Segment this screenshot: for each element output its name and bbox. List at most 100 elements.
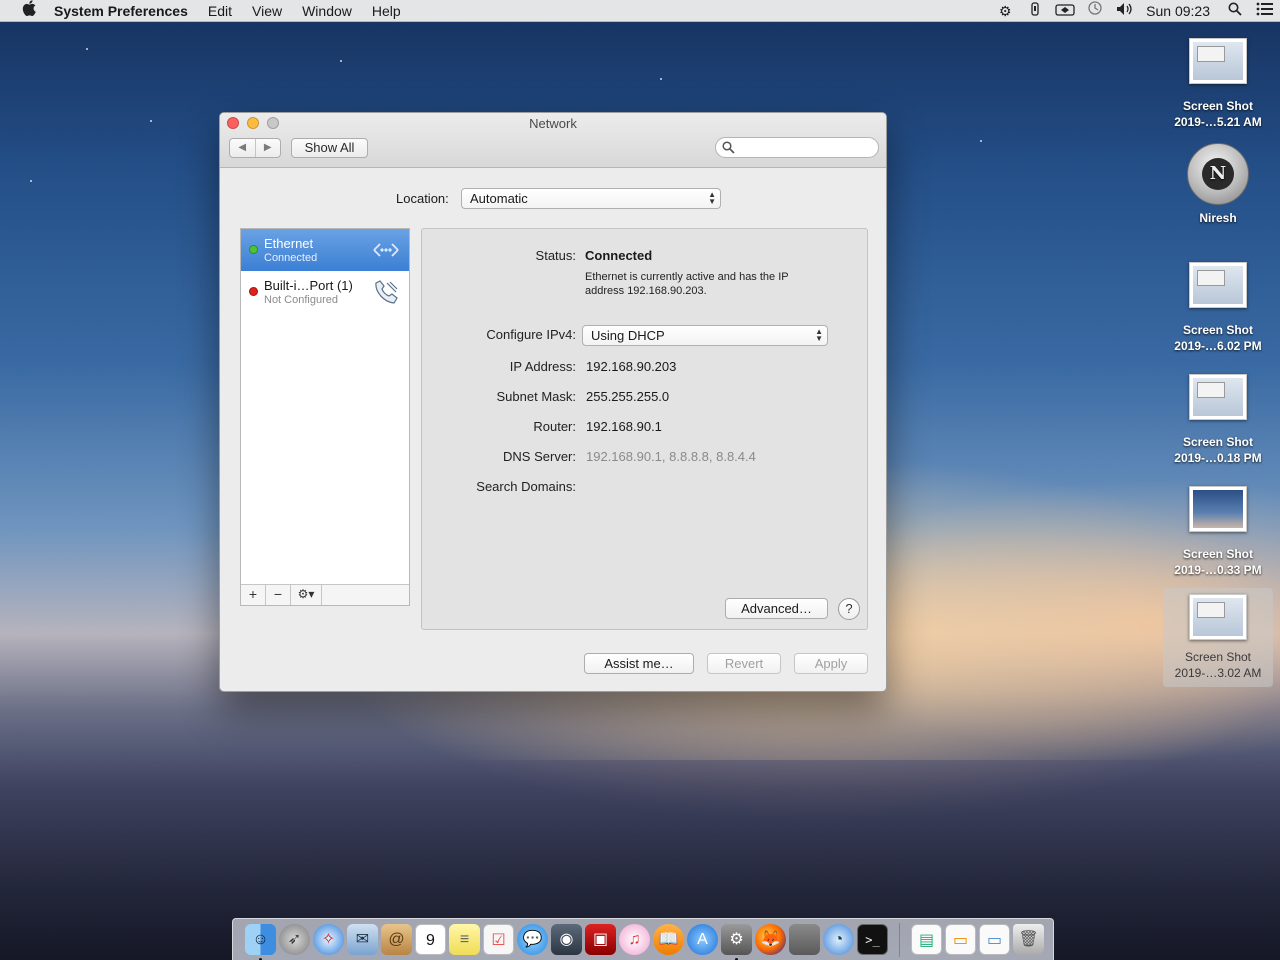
popup-arrows-icon: ▲ ▼ [815, 327, 823, 343]
firefox-icon[interactable]: 🦊 [755, 924, 786, 955]
action-menu-gear-icon[interactable]: ⚙▾ [291, 585, 322, 605]
forward-arrow-icon[interactable]: ▶ [256, 139, 281, 157]
star [340, 60, 342, 62]
desktop-screenshot-3[interactable]: Screen Shot 2019-…0.18 PM [1163, 374, 1273, 466]
desktop-disk-niresh[interactable]: N Niresh [1163, 143, 1273, 226]
safari-icon[interactable]: ✧ [313, 924, 344, 955]
phone-icon [371, 277, 401, 307]
dock-separator [899, 922, 900, 957]
preview-image-icon[interactable]: ▭ [945, 924, 976, 955]
mail-icon[interactable]: ✉ [347, 924, 378, 955]
window-titlebar[interactable]: Network ◀ ▶ Show All [220, 113, 886, 168]
display-status-icon[interactable] [1050, 0, 1080, 22]
disk-letter: N [1202, 158, 1234, 190]
dns-server-label: DNS Server: [503, 449, 576, 464]
app-store-icon[interactable]: A [687, 924, 718, 955]
menu-app-name[interactable]: System Preferences [54, 0, 198, 22]
mail-attachment-icon[interactable]: ▭ [979, 924, 1010, 955]
back-arrow-icon[interactable]: ◀ [230, 139, 256, 157]
status-description: Ethernet is currently active and has the… [585, 271, 789, 297]
service-item-ethernet[interactable]: Ethernet Connected [241, 229, 409, 271]
notification-center-icon[interactable] [1250, 0, 1280, 22]
router-label: Router: [533, 419, 576, 434]
ibooks-icon[interactable]: 📖 [653, 924, 684, 955]
desktop-icon-label: Screen Shot [1182, 435, 1254, 449]
menu-window[interactable]: Window [292, 0, 362, 22]
popup-arrows-icon: ▲ ▼ [708, 190, 716, 206]
unknown-app-icon[interactable] [789, 924, 820, 955]
desktop-icon-sublabel: 2019-…6.02 PM [1174, 339, 1262, 353]
document-icon[interactable]: ▤ [911, 924, 942, 955]
configure-ipv4-popup[interactable]: Using DHCP ▲ ▼ [582, 325, 828, 346]
service-item-builtin-port[interactable]: Built-i…Port (1) Not Configured [241, 271, 409, 313]
spotlight-search-icon[interactable] [1220, 0, 1250, 22]
time-machine-icon[interactable] [1080, 0, 1110, 22]
revert-button[interactable]: Revert [707, 653, 781, 674]
trash-icon[interactable]: 🗑 [1013, 924, 1044, 955]
desktop-screenshot-2[interactable]: Screen Shot 2019-…6.02 PM [1163, 262, 1273, 354]
back-forward-control: ◀ ▶ [229, 138, 281, 158]
notes-icon[interactable]: ≡ [449, 924, 480, 955]
messages-icon[interactable]: 💬 [517, 924, 548, 955]
apple-menu-icon[interactable] [18, 0, 40, 21]
service-name: Built-i…Port (1) [264, 278, 353, 293]
menu-clock[interactable]: Sun 09:23 [1140, 3, 1220, 19]
assist-me-button[interactable]: Assist me… [584, 653, 694, 674]
network-utility-icon[interactable]: ◔ [823, 924, 854, 955]
search-field[interactable] [715, 137, 879, 158]
help-button[interactable]: ? [838, 598, 860, 620]
calendar-icon[interactable]: 9 [415, 924, 446, 955]
list-footer: + − ⚙▾ [241, 584, 409, 605]
search-icon [722, 141, 735, 157]
service-name: Ethernet [264, 236, 314, 251]
location-popup[interactable]: Automatic ▲ ▼ [461, 188, 721, 209]
menu-help[interactable]: Help [362, 0, 411, 22]
status-label: Status: [535, 248, 576, 263]
menu-edit[interactable]: Edit [198, 0, 242, 22]
desktop-icon-label: Screen Shot [1182, 99, 1254, 113]
screenshot-thumbnail [1189, 486, 1247, 532]
finder-icon[interactable]: ☺ [245, 924, 276, 960]
desktop-screenshot-1[interactable]: Screen Shot 2019-…5.21 AM [1163, 38, 1273, 130]
terminal-icon[interactable]: >_ [857, 924, 888, 955]
contacts-icon[interactable]: @ [381, 924, 412, 955]
photo-booth-icon[interactable]: ▣ [585, 924, 616, 955]
desktop-icon-label: Niresh [1199, 211, 1237, 225]
window-title: Network [529, 116, 577, 131]
star [30, 180, 32, 182]
star [86, 48, 88, 50]
menu-view[interactable]: View [242, 0, 292, 22]
service-status: Connected [264, 252, 318, 264]
screenshot-thumbnail [1189, 594, 1247, 640]
reminders-icon[interactable]: ☑ [483, 924, 514, 955]
desktop-screenshot-5[interactable]: Screen Shot 2019-…3.02 AM [1163, 588, 1273, 687]
calendar-day: 9 [426, 932, 435, 949]
desktop-icon-sublabel: 2019-…3.02 AM [1174, 666, 1262, 680]
gear-status-icon[interactable]: ⚙ [990, 0, 1020, 22]
launchpad-icon[interactable]: ➶ [279, 924, 310, 955]
menu-bar: System Preferences Edit View Window Help… [0, 0, 1280, 22]
volume-icon[interactable] [1110, 0, 1140, 22]
menu-extra-icon[interactable] [1020, 0, 1050, 22]
dock: ☺ ➶ ✧ ✉ @ 9 ≡ ☑ 💬 ◉ ▣ ♫ 📖 A ⚙ 🦊 ◔ >_ ▤ ▭… [232, 918, 1054, 960]
search-input[interactable] [738, 140, 873, 155]
ip-address-label: IP Address: [509, 359, 576, 374]
system-preferences-icon[interactable]: ⚙ [721, 924, 752, 960]
facetime-icon[interactable]: ◉ [551, 924, 582, 955]
remove-service-button[interactable]: − [266, 585, 291, 605]
search-domains-label: Search Domains: [476, 479, 576, 494]
show-all-button[interactable]: Show All [291, 138, 368, 158]
star [660, 78, 662, 80]
location-value: Automatic [470, 191, 528, 206]
desktop-icon-sublabel: 2019-…0.33 PM [1174, 563, 1262, 577]
ethernet-icon [371, 235, 401, 265]
advanced-button[interactable]: Advanced… [725, 598, 828, 619]
location-row: Location: Automatic ▲ ▼ [220, 188, 886, 210]
screenshot-thumbnail [1189, 374, 1247, 420]
itunes-icon[interactable]: ♫ [619, 924, 650, 955]
desktop-screenshot-4[interactable]: Screen Shot 2019-…0.33 PM [1163, 486, 1273, 578]
star [150, 120, 152, 122]
apply-button[interactable]: Apply [794, 653, 868, 674]
configure-ipv4-value: Using DHCP [591, 328, 665, 343]
add-service-button[interactable]: + [241, 585, 266, 605]
